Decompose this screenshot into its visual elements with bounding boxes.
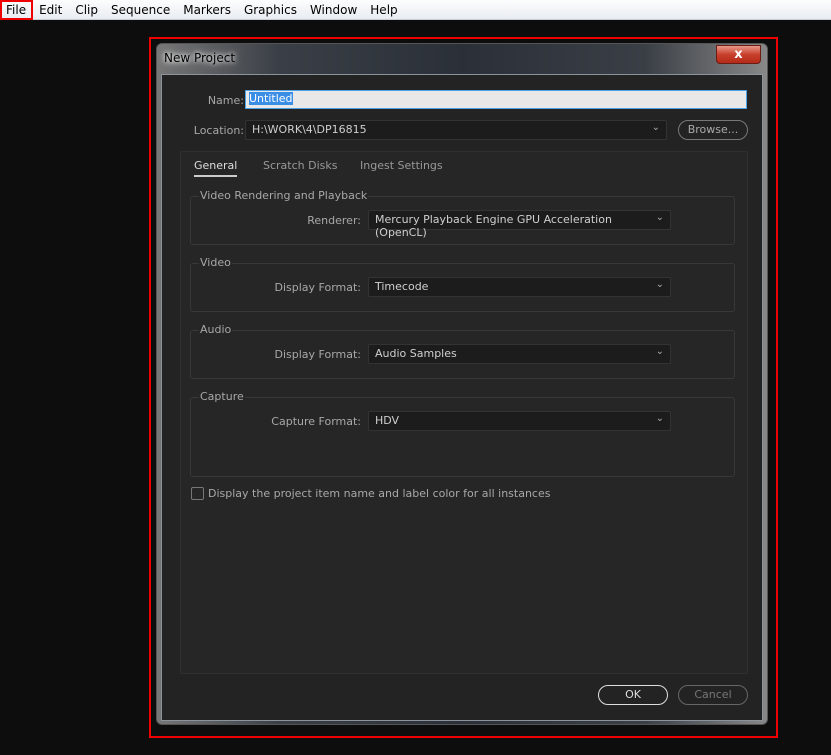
capture-format-dropdown[interactable]: HDV ⌄ [368,411,671,431]
audio-display-format-label: Display Format: [274,348,361,361]
group-audio: Audio Display Format: Audio Samples ⌄ [190,323,735,379]
menu-file[interactable]: File [0,0,34,20]
group-video: Video Display Format: Timecode ⌄ [190,256,735,312]
display-label-color-checkbox[interactable]: Display the project item name and label … [191,487,550,500]
audio-display-format-dropdown[interactable]: Audio Samples ⌄ [368,344,671,364]
video-display-format-label: Display Format: [274,281,361,294]
menu-window[interactable]: Window [304,0,364,20]
location-value: H:\WORK\4\DP16815 [252,123,367,136]
settings-panel: General Scratch Disks Ingest Settings Vi… [180,151,748,674]
new-project-dialog: New Project x Name: Untitled Location: H… [156,43,768,725]
chevron-down-icon: ⌄ [651,122,660,133]
chevron-down-icon: ⌄ [655,413,664,424]
dialog-title: New Project [164,51,236,65]
video-display-format-value: Timecode [375,280,429,293]
group-title: Capture [199,390,245,403]
browse-button[interactable]: Browse... [678,120,748,140]
location-dropdown[interactable]: H:\WORK\4\DP16815 ⌄ [245,120,667,140]
menu-sequence[interactable]: Sequence [105,0,177,20]
renderer-dropdown[interactable]: Mercury Playback Engine GPU Acceleration… [368,210,671,239]
dialog-body: Name: Untitled Location: H:\WORK\4\DP168… [161,74,763,721]
menu-help[interactable]: Help [364,0,404,20]
name-value: Untitled [249,92,293,105]
renderer-value: Mercury Playback Engine GPU Acceleration… [375,213,612,239]
menu-edit[interactable]: Edit [33,0,69,20]
video-display-format-dropdown[interactable]: Timecode ⌄ [368,277,671,297]
tab-general[interactable]: General [194,159,238,177]
checkbox-label: Display the project item name and label … [208,487,551,500]
chevron-down-icon: ⌄ [655,212,664,223]
location-label: Location: [193,124,244,137]
group-capture: Capture Capture Format: HDV ⌄ [190,390,735,477]
group-title: Audio [199,323,233,336]
name-input[interactable]: Untitled [245,90,747,109]
renderer-label: Renderer: [307,214,361,227]
group-title: Video [199,256,232,269]
group-title: Video Rendering and Playback [199,189,369,202]
cancel-button[interactable]: Cancel [678,685,748,705]
checkbox-icon[interactable] [191,487,204,500]
group-video-rendering: Video Rendering and Playback Renderer: M… [190,189,735,245]
ok-button[interactable]: OK [598,685,668,705]
tab-scratch-disks[interactable]: Scratch Disks [263,159,337,172]
menu-graphics[interactable]: Graphics [238,0,304,20]
name-label: Name: [207,94,244,107]
capture-format-label: Capture Format: [271,415,361,428]
audio-display-format-value: Audio Samples [375,347,457,360]
menu-clip[interactable]: Clip [69,0,105,20]
chevron-down-icon: ⌄ [655,279,664,290]
menu-bar: File Edit Clip Sequence Markers Graphics… [0,0,831,20]
menu-markers[interactable]: Markers [177,0,238,20]
tab-ingest-settings[interactable]: Ingest Settings [360,159,443,172]
close-button[interactable]: x [716,45,761,64]
capture-format-value: HDV [375,414,400,427]
chevron-down-icon: ⌄ [655,346,664,357]
